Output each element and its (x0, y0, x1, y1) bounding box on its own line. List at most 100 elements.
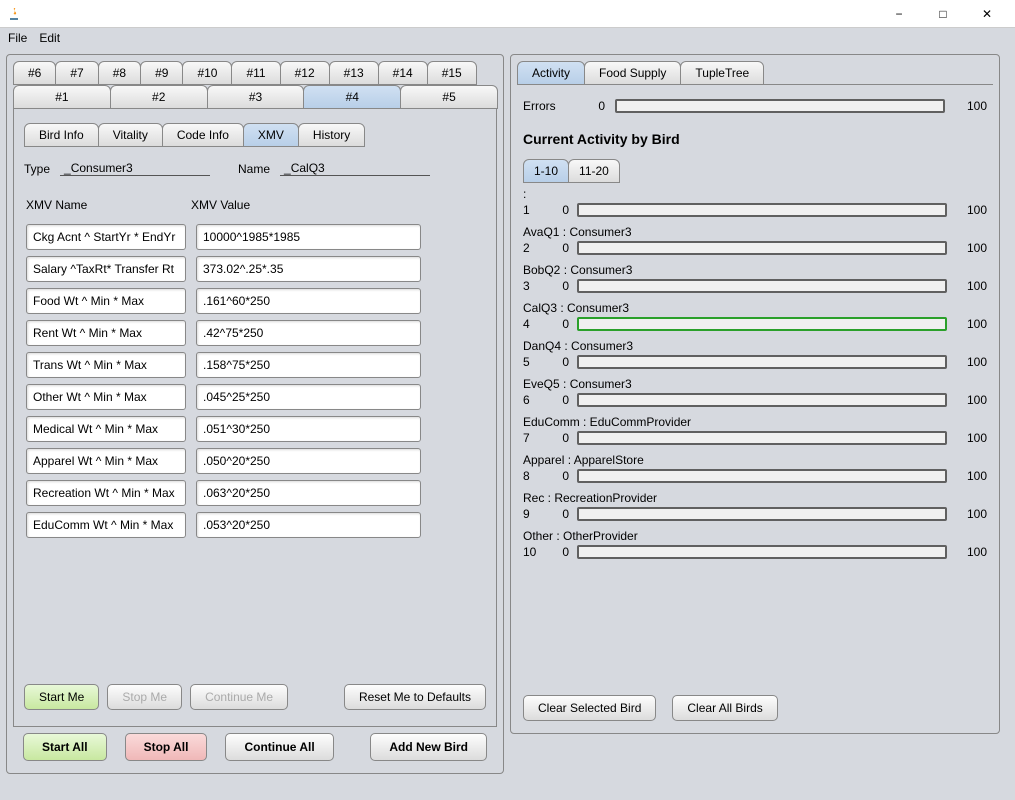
sub-tab-vitality[interactable]: Vitality (98, 123, 163, 147)
clear-selected-button[interactable]: Clear Selected Bird (523, 695, 656, 721)
xmv-name-input[interactable]: Trans Wt ^ Min * Max (26, 352, 186, 378)
xmv-row: Other Wt ^ Min * Max .045^25*250 (26, 384, 484, 410)
xmv-value-input[interactable]: .42^75*250 (196, 320, 421, 346)
reset-defaults-button[interactable]: Reset Me to Defaults (344, 684, 486, 710)
stop-all-button[interactable]: Stop All (125, 733, 208, 761)
xmv-value-input[interactable]: .050^20*250 (196, 448, 421, 474)
page-tab-11-20[interactable]: 11-20 (568, 159, 620, 183)
xmv-name-input[interactable]: Apparel Wt ^ Min * Max (26, 448, 186, 474)
bird-value: 0 (549, 317, 569, 331)
xmv-value-input[interactable]: 373.02^.25*.35 (196, 256, 421, 282)
xmv-row: Recreation Wt ^ Min * Max .063^20*250 (26, 480, 484, 506)
xmv-name-input[interactable]: Food Wt ^ Min * Max (26, 288, 186, 314)
main-tab-12[interactable]: #12 (280, 61, 330, 85)
main-tab-6[interactable]: #6 (13, 61, 56, 85)
bird-slider[interactable] (577, 203, 947, 217)
bird-label: DanQ4 : Consumer3 (523, 339, 987, 353)
xmv-value-input[interactable]: .045^25*250 (196, 384, 421, 410)
bird-slider[interactable] (577, 469, 947, 483)
continue-all-button[interactable]: Continue All (225, 733, 333, 761)
bird-max: 100 (955, 469, 987, 483)
sub-tab-history[interactable]: History (298, 123, 365, 147)
xmv-header: XMV Name XMV Value (26, 198, 484, 212)
xmv-row: Trans Wt ^ Min * Max .158^75*250 (26, 352, 484, 378)
main-tab-5[interactable]: #5 (400, 85, 498, 109)
name-value: _CalQ3 (280, 161, 430, 176)
xmv-row: Apparel Wt ^ Min * Max .050^20*250 (26, 448, 484, 474)
bird-slider[interactable] (577, 355, 947, 369)
xmv-value-input[interactable]: .161^60*250 (196, 288, 421, 314)
minimize-button[interactable]: − (877, 0, 921, 28)
main-tab-15[interactable]: #15 (427, 61, 477, 85)
bird-value: 0 (549, 241, 569, 255)
bird-max: 100 (955, 431, 987, 445)
main-tab-2[interactable]: #2 (110, 85, 208, 109)
main-tab-8[interactable]: #8 (98, 61, 141, 85)
sub-tab-xmv[interactable]: XMV (243, 123, 299, 147)
maximize-button[interactable]: □ (921, 0, 965, 28)
main-tab-13[interactable]: #13 (329, 61, 379, 85)
bird-slider[interactable] (577, 507, 947, 521)
start-all-button[interactable]: Start All (23, 733, 107, 761)
bird-slider[interactable] (577, 317, 947, 331)
xmv-value-input[interactable]: .158^75*250 (196, 352, 421, 378)
bird-label: Rec : RecreationProvider (523, 491, 987, 505)
continue-me-button[interactable]: Continue Me (190, 684, 288, 710)
xmv-value-input[interactable]: .051^30*250 (196, 416, 421, 442)
stop-me-button[interactable]: Stop Me (107, 684, 182, 710)
bird-slider[interactable] (577, 241, 947, 255)
xmv-value-input[interactable]: .063^20*250 (196, 480, 421, 506)
xmv-name-input[interactable]: Rent Wt ^ Min * Max (26, 320, 186, 346)
xmv-name-input[interactable]: Salary ^TaxRt* Transfer Rt (26, 256, 186, 282)
left-button-row: Start Me Stop Me Continue Me Reset Me to… (22, 676, 488, 718)
right-tab-food-supply[interactable]: Food Supply (584, 61, 681, 85)
xmv-value-input[interactable]: .053^20*250 (196, 512, 421, 538)
java-icon (6, 6, 22, 22)
main-tab-10[interactable]: #10 (182, 61, 232, 85)
right-tabs: ActivityFood SupplyTupleTree (517, 61, 993, 85)
bird-value: 0 (549, 545, 569, 559)
main-tab-9[interactable]: #9 (140, 61, 183, 85)
xmv-value-input[interactable]: 10000^1985*1985 (196, 224, 421, 250)
xmv-name-input[interactable]: Ckg Acnt ^ StartYr * EndYr (26, 224, 186, 250)
bird-slider[interactable] (577, 393, 947, 407)
bird-value: 0 (549, 203, 569, 217)
xmv-name-input[interactable]: Medical Wt ^ Min * Max (26, 416, 186, 442)
sub-tabs: Bird InfoVitalityCode InfoXMVHistory (24, 123, 486, 147)
main-tab-4[interactable]: #4 (303, 85, 401, 109)
name-label: Name (238, 162, 270, 176)
main-tab-14[interactable]: #14 (378, 61, 428, 85)
main-tab-1[interactable]: #1 (13, 85, 111, 109)
errors-slider[interactable] (615, 99, 945, 113)
right-tab-activity[interactable]: Activity (517, 61, 585, 85)
bird-label: Other : OtherProvider (523, 529, 987, 543)
sub-tab-bird-info[interactable]: Bird Info (24, 123, 99, 147)
page-tab-1-10[interactable]: 1-10 (523, 159, 569, 183)
right-buttons: Clear Selected Bird Clear All Birds (517, 689, 993, 727)
bird-label: CalQ3 : Consumer3 (523, 301, 987, 315)
tab-content: Bird InfoVitalityCode InfoXMVHistory Typ… (13, 108, 497, 727)
main-tab-3[interactable]: #3 (207, 85, 305, 109)
xmv-name-input[interactable]: EduComm Wt ^ Min * Max (26, 512, 186, 538)
xmv-name-input[interactable]: Recreation Wt ^ Min * Max (26, 480, 186, 506)
clear-all-birds-button[interactable]: Clear All Birds (672, 695, 777, 721)
main-tab-7[interactable]: #7 (55, 61, 98, 85)
bird-value: 0 (549, 507, 569, 521)
menu-edit[interactable]: Edit (39, 31, 60, 45)
add-new-bird-button[interactable]: Add New Bird (370, 733, 487, 761)
bird-value: 0 (549, 469, 569, 483)
menu-file[interactable]: File (8, 31, 27, 45)
main-tab-11[interactable]: #11 (231, 61, 280, 85)
bird-slider[interactable] (577, 431, 947, 445)
bird-number: 6 (523, 393, 541, 407)
start-me-button[interactable]: Start Me (24, 684, 99, 710)
errors-row: Errors 0 100 (523, 99, 987, 113)
bird-slider[interactable] (577, 279, 947, 293)
xmv-name-input[interactable]: Other Wt ^ Min * Max (26, 384, 186, 410)
right-tab-tupletree[interactable]: TupleTree (680, 61, 764, 85)
close-button[interactable]: ✕ (965, 0, 1009, 28)
sub-tab-code-info[interactable]: Code Info (162, 123, 244, 147)
xmv-row: EduComm Wt ^ Min * Max .053^20*250 (26, 512, 484, 538)
bird-slider[interactable] (577, 545, 947, 559)
bird-value: 0 (549, 431, 569, 445)
